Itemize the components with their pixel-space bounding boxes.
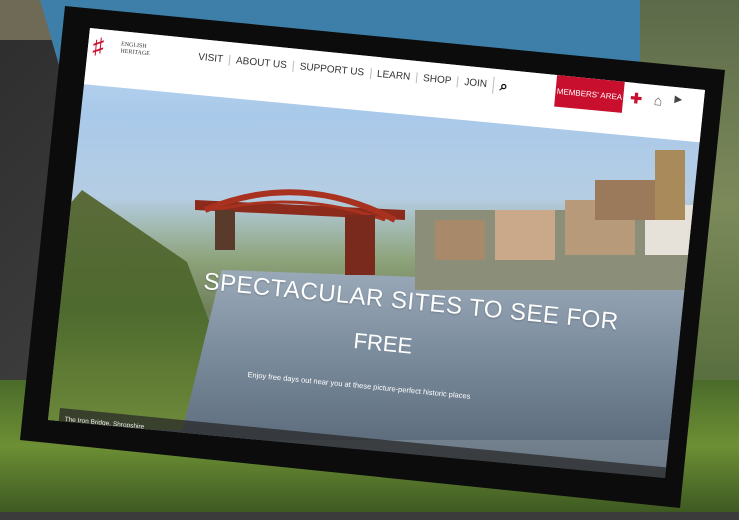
nav-item-about-us[interactable]: ABOUT US (228, 54, 294, 72)
logo-text: ENGLISH HERITAGE (120, 42, 161, 60)
logo-mark-icon: ♯ (91, 32, 105, 59)
english-heritage-logo[interactable]: ♯ ENGLISH HERITAGE (91, 32, 162, 63)
tablet-device: ♯ ENGLISH HERITAGE VISIT ABOUT US SUPPOR… (20, 0, 730, 520)
youtube-icon[interactable]: ▶ (673, 94, 683, 112)
nav-item-shop[interactable]: SHOP (415, 72, 458, 88)
nav-item-join[interactable]: JOIN (456, 76, 494, 91)
hero-title-line-2: FREE (352, 328, 414, 359)
town-buildings-image (415, 150, 705, 290)
basket-icon[interactable]: ⌂ (653, 92, 663, 110)
st-george-cross-icon[interactable]: ✚ (629, 90, 643, 108)
iron-bridge-image (195, 189, 405, 275)
nav-item-learn[interactable]: LEARN (369, 68, 417, 84)
nav-item-support-us[interactable]: SUPPORT US (292, 60, 371, 80)
search-icon[interactable]: ⌕ (492, 76, 515, 96)
header-icons: ✚ ⌂ ▶ (629, 90, 683, 112)
nav-item-visit[interactable]: VISIT (192, 51, 230, 65)
